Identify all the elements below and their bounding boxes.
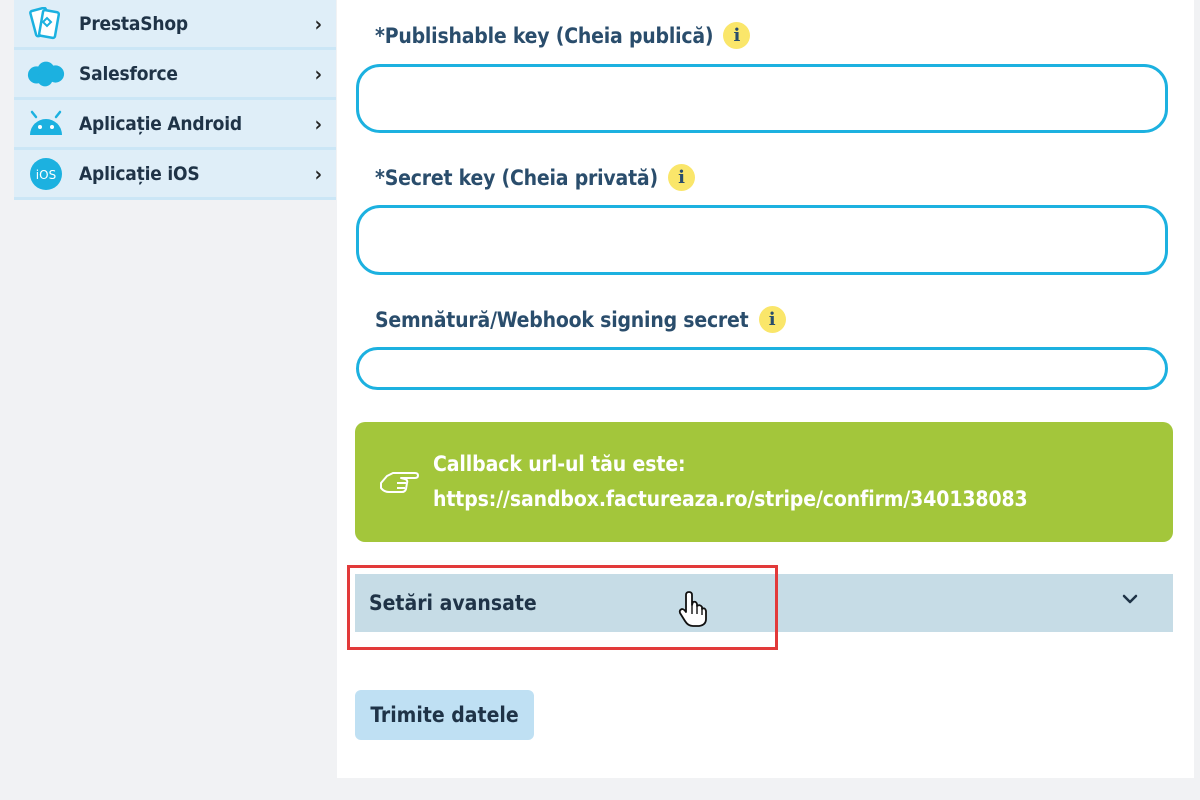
required-mark: * <box>375 23 385 48</box>
pointing-hand-icon <box>379 465 419 499</box>
chevron-right-icon: › <box>314 62 322 86</box>
submit-button[interactable]: Trimite datele <box>355 690 534 740</box>
hand-cursor-icon <box>677 590 713 632</box>
sidebar-item-label: PrestaShop <box>79 12 188 35</box>
advanced-settings-toggle[interactable]: Setări avansate <box>355 574 1173 632</box>
sidebar-item-ios[interactable]: iOS Aplicație iOS › <box>14 150 336 200</box>
callback-url-notice: Callback url-ul tău este: https://sandbo… <box>355 422 1173 542</box>
chevron-right-icon: › <box>314 12 322 36</box>
svg-text:iOS: iOS <box>36 168 56 182</box>
publishable-key-input[interactable] <box>356 64 1168 133</box>
info-icon[interactable]: i <box>758 306 786 333</box>
webhook-secret-label: Semnătură/Webhook signing secret i <box>375 306 786 333</box>
sidebar-item-android[interactable]: Aplicație Android › <box>14 100 336 150</box>
callback-label: Callback url-ul tău este: <box>433 452 686 476</box>
chevron-right-icon: › <box>314 112 322 136</box>
info-icon[interactable]: i <box>667 164 695 191</box>
sidebar-item-label: Salesforce <box>79 62 178 85</box>
callback-text: Callback url-ul tău este: https://sandbo… <box>433 447 1028 517</box>
salesforce-icon <box>26 59 66 89</box>
webhook-secret-label-text: Semnătură/Webhook signing secret <box>375 307 749 332</box>
chevron-down-icon <box>1121 590 1139 609</box>
sidebar-item-label: Aplicație iOS <box>79 162 200 185</box>
chevron-right-icon: › <box>314 162 322 186</box>
android-icon <box>26 109 66 139</box>
required-mark: * <box>375 165 385 190</box>
sidebar-item-prestashop[interactable]: PrestaShop › <box>14 0 336 50</box>
secret-key-label: * Secret key (Cheia privată) i <box>375 164 695 191</box>
webhook-secret-input[interactable] <box>356 347 1168 390</box>
publishable-key-label: * Publishable key (Cheia publică) i <box>375 22 751 49</box>
stripe-settings-form: * Publishable key (Cheia publică) i * Se… <box>337 0 1194 778</box>
sidebar: PrestaShop › Salesforce › Aplicație Andr… <box>14 0 336 200</box>
publishable-key-label-text: Publishable key (Cheia publică) <box>384 23 714 48</box>
callback-url[interactable]: https://sandbox.factureaza.ro/stripe/con… <box>433 482 1028 517</box>
advanced-settings-label: Setări avansate <box>369 591 537 615</box>
ios-icon: iOS <box>26 157 66 190</box>
secret-key-label-text: Secret key (Cheia privată) <box>384 165 658 190</box>
sidebar-item-label: Aplicație Android <box>79 112 242 135</box>
sidebar-item-salesforce[interactable]: Salesforce › <box>14 50 336 100</box>
info-icon[interactable]: i <box>723 22 751 49</box>
prestashop-icon <box>26 6 66 39</box>
secret-key-input[interactable] <box>356 205 1168 275</box>
